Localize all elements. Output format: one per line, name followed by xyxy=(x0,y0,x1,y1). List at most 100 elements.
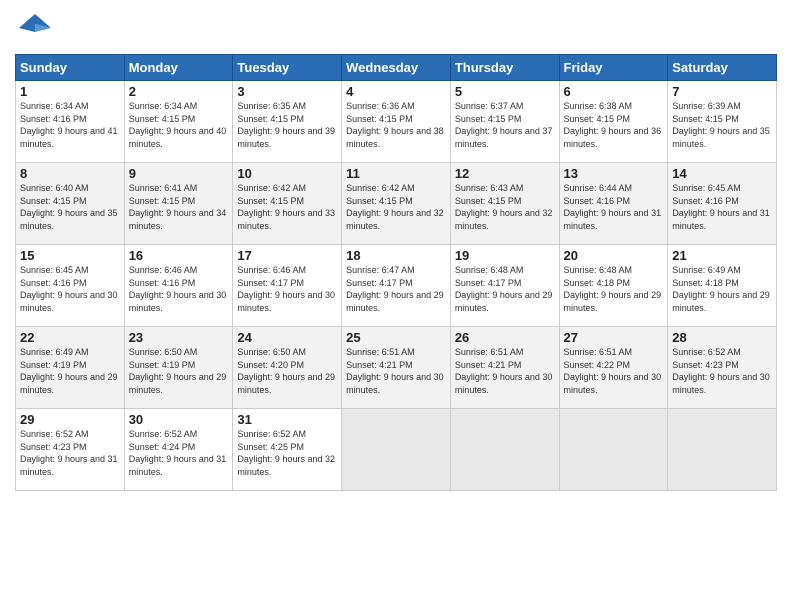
header-tuesday: Tuesday xyxy=(233,55,342,81)
day-number: 15 xyxy=(20,248,120,263)
day-detail: Sunrise: 6:49 AMSunset: 4:19 PMDaylight:… xyxy=(20,347,118,395)
table-row xyxy=(559,409,668,491)
day-detail: Sunrise: 6:49 AMSunset: 4:18 PMDaylight:… xyxy=(672,265,770,313)
day-detail: Sunrise: 6:46 AMSunset: 4:16 PMDaylight:… xyxy=(129,265,227,313)
day-number: 31 xyxy=(237,412,337,427)
day-number: 12 xyxy=(455,166,555,181)
table-row: 9 Sunrise: 6:41 AMSunset: 4:15 PMDayligh… xyxy=(124,163,233,245)
table-row: 4 Sunrise: 6:36 AMSunset: 4:15 PMDayligh… xyxy=(342,81,451,163)
day-detail: Sunrise: 6:43 AMSunset: 4:15 PMDaylight:… xyxy=(455,183,553,231)
table-row: 20 Sunrise: 6:48 AMSunset: 4:18 PMDaylig… xyxy=(559,245,668,327)
page-container: SundayMondayTuesdayWednesdayThursdayFrid… xyxy=(0,0,792,501)
day-number: 19 xyxy=(455,248,555,263)
day-detail: Sunrise: 6:44 AMSunset: 4:16 PMDaylight:… xyxy=(564,183,662,231)
day-detail: Sunrise: 6:42 AMSunset: 4:15 PMDaylight:… xyxy=(346,183,444,231)
day-detail: Sunrise: 6:52 AMSunset: 4:23 PMDaylight:… xyxy=(672,347,770,395)
day-detail: Sunrise: 6:50 AMSunset: 4:19 PMDaylight:… xyxy=(129,347,227,395)
table-row: 14 Sunrise: 6:45 AMSunset: 4:16 PMDaylig… xyxy=(668,163,777,245)
day-number: 1 xyxy=(20,84,120,99)
day-number: 11 xyxy=(346,166,446,181)
table-row: 30 Sunrise: 6:52 AMSunset: 4:24 PMDaylig… xyxy=(124,409,233,491)
day-number: 2 xyxy=(129,84,229,99)
day-number: 23 xyxy=(129,330,229,345)
day-detail: Sunrise: 6:35 AMSunset: 4:15 PMDaylight:… xyxy=(237,101,335,149)
table-row: 7 Sunrise: 6:39 AMSunset: 4:15 PMDayligh… xyxy=(668,81,777,163)
header-wednesday: Wednesday xyxy=(342,55,451,81)
day-detail: Sunrise: 6:51 AMSunset: 4:22 PMDaylight:… xyxy=(564,347,662,395)
day-detail: Sunrise: 6:51 AMSunset: 4:21 PMDaylight:… xyxy=(346,347,444,395)
day-number: 26 xyxy=(455,330,555,345)
table-row: 1 Sunrise: 6:34 AMSunset: 4:16 PMDayligh… xyxy=(16,81,125,163)
day-detail: Sunrise: 6:48 AMSunset: 4:18 PMDaylight:… xyxy=(564,265,662,313)
day-number: 3 xyxy=(237,84,337,99)
table-row: 24 Sunrise: 6:50 AMSunset: 4:20 PMDaylig… xyxy=(233,327,342,409)
header-monday: Monday xyxy=(124,55,233,81)
table-row: 5 Sunrise: 6:37 AMSunset: 4:15 PMDayligh… xyxy=(450,81,559,163)
day-detail: Sunrise: 6:38 AMSunset: 4:15 PMDaylight:… xyxy=(564,101,662,149)
day-number: 22 xyxy=(20,330,120,345)
day-detail: Sunrise: 6:47 AMSunset: 4:17 PMDaylight:… xyxy=(346,265,444,313)
header-friday: Friday xyxy=(559,55,668,81)
table-row: 19 Sunrise: 6:48 AMSunset: 4:17 PMDaylig… xyxy=(450,245,559,327)
day-detail: Sunrise: 6:48 AMSunset: 4:17 PMDaylight:… xyxy=(455,265,553,313)
table-row xyxy=(450,409,559,491)
header-saturday: Saturday xyxy=(668,55,777,81)
day-detail: Sunrise: 6:52 AMSunset: 4:25 PMDaylight:… xyxy=(237,429,335,477)
day-number: 7 xyxy=(672,84,772,99)
day-number: 4 xyxy=(346,84,446,99)
table-row: 25 Sunrise: 6:51 AMSunset: 4:21 PMDaylig… xyxy=(342,327,451,409)
day-number: 29 xyxy=(20,412,120,427)
day-number: 10 xyxy=(237,166,337,181)
day-detail: Sunrise: 6:52 AMSunset: 4:23 PMDaylight:… xyxy=(20,429,118,477)
calendar-table: SundayMondayTuesdayWednesdayThursdayFrid… xyxy=(15,54,777,491)
table-row: 31 Sunrise: 6:52 AMSunset: 4:25 PMDaylig… xyxy=(233,409,342,491)
table-row: 15 Sunrise: 6:45 AMSunset: 4:16 PMDaylig… xyxy=(16,245,125,327)
table-row: 13 Sunrise: 6:44 AMSunset: 4:16 PMDaylig… xyxy=(559,163,668,245)
table-row xyxy=(668,409,777,491)
day-number: 27 xyxy=(564,330,664,345)
day-number: 9 xyxy=(129,166,229,181)
day-number: 20 xyxy=(564,248,664,263)
calendar-week-3: 15 Sunrise: 6:45 AMSunset: 4:16 PMDaylig… xyxy=(16,245,777,327)
table-row: 21 Sunrise: 6:49 AMSunset: 4:18 PMDaylig… xyxy=(668,245,777,327)
day-number: 14 xyxy=(672,166,772,181)
day-number: 18 xyxy=(346,248,446,263)
table-row: 26 Sunrise: 6:51 AMSunset: 4:21 PMDaylig… xyxy=(450,327,559,409)
table-row: 2 Sunrise: 6:34 AMSunset: 4:15 PMDayligh… xyxy=(124,81,233,163)
logo xyxy=(15,10,55,46)
table-row: 8 Sunrise: 6:40 AMSunset: 4:15 PMDayligh… xyxy=(16,163,125,245)
day-detail: Sunrise: 6:52 AMSunset: 4:24 PMDaylight:… xyxy=(129,429,227,477)
day-number: 25 xyxy=(346,330,446,345)
day-detail: Sunrise: 6:36 AMSunset: 4:15 PMDaylight:… xyxy=(346,101,444,149)
day-detail: Sunrise: 6:46 AMSunset: 4:17 PMDaylight:… xyxy=(237,265,335,313)
table-row: 29 Sunrise: 6:52 AMSunset: 4:23 PMDaylig… xyxy=(16,409,125,491)
header-thursday: Thursday xyxy=(450,55,559,81)
calendar-week-4: 22 Sunrise: 6:49 AMSunset: 4:19 PMDaylig… xyxy=(16,327,777,409)
day-number: 21 xyxy=(672,248,772,263)
calendar-header-row: SundayMondayTuesdayWednesdayThursdayFrid… xyxy=(16,55,777,81)
header-sunday: Sunday xyxy=(16,55,125,81)
day-number: 5 xyxy=(455,84,555,99)
table-row xyxy=(342,409,451,491)
day-detail: Sunrise: 6:45 AMSunset: 4:16 PMDaylight:… xyxy=(672,183,770,231)
day-detail: Sunrise: 6:42 AMSunset: 4:15 PMDaylight:… xyxy=(237,183,335,231)
table-row: 28 Sunrise: 6:52 AMSunset: 4:23 PMDaylig… xyxy=(668,327,777,409)
logo-icon xyxy=(15,10,51,46)
table-row: 27 Sunrise: 6:51 AMSunset: 4:22 PMDaylig… xyxy=(559,327,668,409)
calendar-week-2: 8 Sunrise: 6:40 AMSunset: 4:15 PMDayligh… xyxy=(16,163,777,245)
day-number: 8 xyxy=(20,166,120,181)
day-number: 17 xyxy=(237,248,337,263)
table-row: 11 Sunrise: 6:42 AMSunset: 4:15 PMDaylig… xyxy=(342,163,451,245)
table-row: 17 Sunrise: 6:46 AMSunset: 4:17 PMDaylig… xyxy=(233,245,342,327)
day-detail: Sunrise: 6:39 AMSunset: 4:15 PMDaylight:… xyxy=(672,101,770,149)
table-row: 22 Sunrise: 6:49 AMSunset: 4:19 PMDaylig… xyxy=(16,327,125,409)
day-detail: Sunrise: 6:34 AMSunset: 4:15 PMDaylight:… xyxy=(129,101,227,149)
table-row: 12 Sunrise: 6:43 AMSunset: 4:15 PMDaylig… xyxy=(450,163,559,245)
day-detail: Sunrise: 6:37 AMSunset: 4:15 PMDaylight:… xyxy=(455,101,553,149)
day-detail: Sunrise: 6:40 AMSunset: 4:15 PMDaylight:… xyxy=(20,183,118,231)
day-detail: Sunrise: 6:34 AMSunset: 4:16 PMDaylight:… xyxy=(20,101,118,149)
calendar-week-1: 1 Sunrise: 6:34 AMSunset: 4:16 PMDayligh… xyxy=(16,81,777,163)
day-number: 13 xyxy=(564,166,664,181)
day-detail: Sunrise: 6:50 AMSunset: 4:20 PMDaylight:… xyxy=(237,347,335,395)
header xyxy=(15,10,777,46)
